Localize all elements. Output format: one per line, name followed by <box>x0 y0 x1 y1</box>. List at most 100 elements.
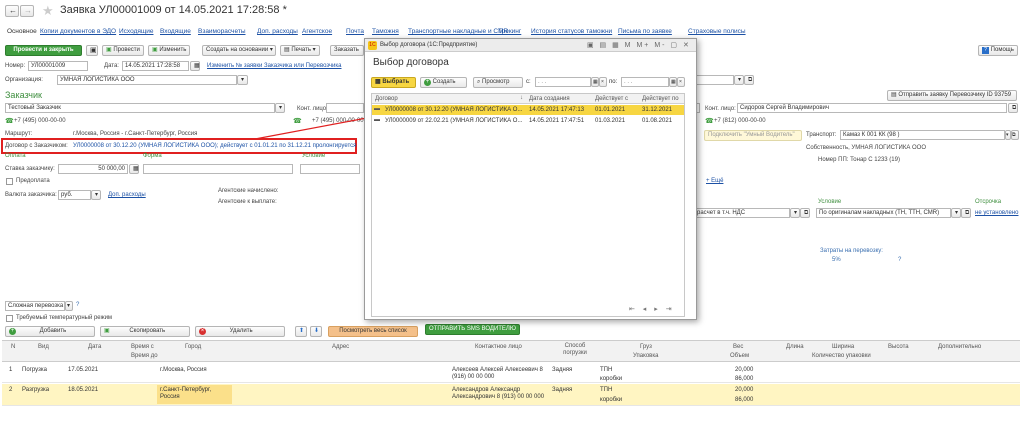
send-carrier-button[interactable]: ▤ Отправить заявку Перевозчику ID 93759 <box>887 90 1017 101</box>
complex-transport-field[interactable]: Сложная перевозка <box>5 301 65 311</box>
col-extra[interactable]: Дополнительно <box>938 344 981 350</box>
tab-customs-history[interactable]: История статусов таможни <box>531 28 612 35</box>
col-city[interactable]: Город <box>185 344 201 350</box>
tab-tracking[interactable]: Трекинг <box>498 28 521 35</box>
right-phone-icon: ☎ <box>705 118 714 125</box>
copy-label: Скопировать <box>129 328 166 334</box>
dialog-row1-created: 14.05.2021 17:47:13 <box>529 107 585 113</box>
row2-city: г.Санкт-Петербург, <box>160 387 212 393</box>
col-cargo[interactable]: Груз <box>640 344 652 350</box>
move-down-button[interactable]: ⬇ <box>310 326 322 337</box>
delete-label: Удалить <box>229 328 253 334</box>
right-contact-label: Конт. лицо: <box>705 106 736 112</box>
form-field[interactable] <box>143 164 293 174</box>
col-qty[interactable]: Количество упаковки <box>812 353 871 359</box>
col-width[interactable]: Ширина <box>832 344 854 350</box>
delete-icon: × <box>199 328 206 335</box>
right-select-field[interactable] <box>694 75 734 85</box>
contract-row-icon: ▬ <box>374 106 380 112</box>
vat-field[interactable]: расчет в т.ч. НДС <box>694 208 790 218</box>
select-label: Выбрать <box>382 79 410 85</box>
dialog-row2-created: 14.05.2021 17:47:51 <box>529 118 585 124</box>
dialog-col-from[interactable]: Действует с <box>595 96 628 102</box>
col-pack[interactable]: Упаковка <box>633 353 658 359</box>
rate-calc-icon[interactable]: ▦ <box>129 164 139 174</box>
delay-label: Отсрочка <box>975 199 1002 205</box>
currency-dropdown-icon[interactable]: ▾ <box>91 190 101 200</box>
col-weight[interactable]: Вес <box>733 344 743 350</box>
view-list-button[interactable]: Посмотреть весь список <box>328 326 418 337</box>
dialog-col-to[interactable]: Действует по <box>642 96 679 102</box>
help-icon: ? <box>982 47 989 54</box>
tab-letters[interactable]: Письма по заявке <box>618 28 672 35</box>
more-link[interactable]: + Ещё <box>706 178 723 184</box>
delete-row-button[interactable]: × Удалить <box>195 326 285 337</box>
dialog-view-button[interactable]: ⌕ Просмотр <box>473 77 523 88</box>
complex-help-icon[interactable]: ? <box>76 302 79 308</box>
not-set-link[interactable]: не установлено <box>975 210 1018 216</box>
table-row[interactable] <box>2 363 1020 383</box>
col-address[interactable]: Адрес <box>332 344 349 350</box>
condition-field[interactable] <box>300 164 360 174</box>
date-from-field[interactable]: . . . <box>535 77 591 87</box>
vat-open[interactable]: ⧉ <box>800 208 810 218</box>
temp-checkbox[interactable] <box>6 315 13 322</box>
dialog-row2-name: УЛ0000009 от 22.02.21 (УМНАЯ ЛОГИСТИКА О… <box>385 118 523 124</box>
help-button[interactable]: ? Помощь <box>978 45 1018 56</box>
date-to-field[interactable]: . . . <box>621 77 669 87</box>
col-contact[interactable]: Контактное лицо <box>475 344 522 350</box>
tab-waybills[interactable]: Транспортные накладные и CMR <box>408 28 508 35</box>
col-date[interactable]: Дата <box>88 344 101 350</box>
dialog-col-created[interactable]: Дата создания <box>529 96 570 102</box>
dialog-select-button[interactable]: ▦ Выбрать <box>371 77 416 88</box>
col-method[interactable]: Способ погрузки <box>560 343 590 357</box>
transport-open[interactable]: ⧉ <box>1011 130 1019 140</box>
date-from-calendar-icon[interactable]: ▦ <box>591 77 599 87</box>
col-volume[interactable]: Объем <box>730 353 749 359</box>
col-n[interactable]: N <box>11 344 15 350</box>
sms-driver-button[interactable]: ОТПРАВИТЬ SMS ВОДИТЕЛЮ <box>425 324 520 335</box>
dialog-create-button[interactable]: + Создать <box>420 77 467 88</box>
col-time-from[interactable]: Время с <box>131 344 154 350</box>
currency-label: Валюта заказчика: <box>5 192 57 198</box>
right-contact-open[interactable]: ⧉ <box>1008 103 1018 113</box>
date-to-calendar-icon[interactable]: ▦ <box>669 77 677 87</box>
by-docs-open[interactable]: ⧉ <box>961 208 971 218</box>
rate-field[interactable]: 50 000,00 <box>58 164 128 174</box>
tab-insurance[interactable]: Страховые полисы <box>688 28 746 35</box>
right-select-dropdown[interactable]: ▾ <box>734 75 744 85</box>
dialog-row1-to: 31.12.2021 <box>642 107 673 113</box>
row2-method: Задняя <box>552 387 573 393</box>
vat-dropdown[interactable]: ▾ <box>790 208 800 218</box>
col-time-to[interactable]: Время до <box>131 353 158 359</box>
currency-field[interactable]: руб. <box>58 190 91 200</box>
col-height[interactable]: Высота <box>888 344 909 350</box>
agent-payout-label: Агентские к выплате: <box>218 199 277 205</box>
right-contact-field[interactable]: Сидоров Сергей Владимирович <box>737 103 1007 113</box>
col-length[interactable]: Длина <box>786 344 804 350</box>
complex-dropdown[interactable]: ▾ <box>65 301 73 311</box>
dialog-nav-buttons[interactable]: ⇤ ◂ ▸ ⇥ <box>629 305 675 313</box>
dialog-col-contract[interactable]: Договор <box>375 96 398 102</box>
copy-row-button[interactable]: ▣ Скопировать <box>100 326 190 337</box>
by-docs-field[interactable]: По оригиналам накладных (ТН, ТТН, CMR) <box>816 208 951 218</box>
extra-costs-link[interactable]: Доп. расходы <box>108 192 146 198</box>
right-select-open[interactable]: ⧉ <box>744 75 754 85</box>
costs-help-icon[interactable]: ? <box>898 257 901 263</box>
move-up-button[interactable]: ⬆ <box>295 326 307 337</box>
prepay-checkbox[interactable] <box>6 178 13 185</box>
dialog-title: Выбор договора <box>373 57 449 68</box>
date-to-clear-icon[interactable]: × <box>677 77 685 87</box>
smart-driver-button[interactable]: Подключить "Умный Водитель" <box>704 130 802 141</box>
row2-cargo: ТПН <box>600 387 613 393</box>
transport-field[interactable]: Камаз К 001 КК (98 ) <box>840 130 1005 140</box>
add-row-button[interactable]: + Добавить <box>5 326 95 337</box>
date-from-clear-icon[interactable]: × <box>599 77 607 87</box>
col-kind[interactable]: Вид <box>38 344 49 350</box>
by-docs-dropdown[interactable]: ▾ <box>951 208 961 218</box>
row1-kind: Погрузка <box>22 367 47 373</box>
dialog-list-header <box>372 94 684 104</box>
date-to-label: по: <box>609 79 618 85</box>
temp-label: Требуемый температурный режим <box>16 315 113 321</box>
dialog-window-buttons[interactable]: ▣ ▤ ▦ M M+ M- ▢ ✕ <box>587 41 691 49</box>
